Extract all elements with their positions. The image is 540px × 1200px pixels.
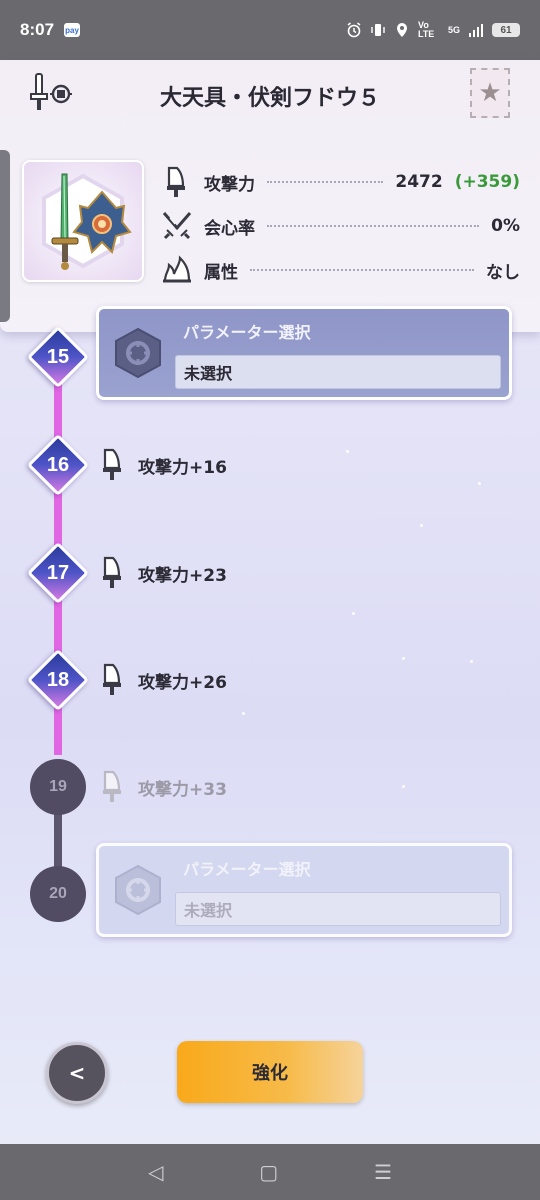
stat-value: 0% (491, 216, 520, 236)
level-reward-19: 攻撃力+33 (100, 767, 227, 807)
sparkle (470, 660, 473, 663)
reward-label: 攻撃力+23 (138, 565, 227, 586)
level-node-15: 15 (26, 325, 90, 389)
level-node-18: 18 (26, 648, 90, 712)
sword-blade-icon (103, 663, 121, 695)
hex-gear-icon (113, 327, 163, 379)
chevron-left-icon: < (68, 1061, 86, 1085)
weapon-thumbnail (22, 160, 144, 282)
status-bar: 8:07 pay Vo LTE 5G 61 (0, 0, 540, 60)
param-card-title: パラメーター選択 (183, 860, 311, 879)
location-icon (394, 22, 410, 38)
system-nav-bar: ◁ ▢ ☰ (0, 1144, 540, 1200)
stat-leader (250, 269, 474, 271)
network-label: Vo LTE (417, 20, 435, 39)
level-reward-16: 攻撃力+16 (100, 445, 227, 485)
level-node-16: 16 (26, 433, 90, 497)
sparkle (346, 450, 349, 453)
stat-label: 属性 (204, 262, 238, 283)
sword-blade-icon (160, 165, 194, 199)
sparkle (478, 482, 481, 485)
sparkle (402, 657, 405, 660)
stat-bonus: (+359) (454, 172, 520, 192)
signal-bars-icon (468, 22, 484, 38)
param-select-field[interactable]: 未選択 (175, 355, 501, 389)
stat-leader (267, 225, 480, 227)
param-select-card-20: パラメーター選択 未選択 (96, 843, 512, 937)
stat-row-element: 属性 なし (160, 248, 520, 292)
weapon-header: 大天具・伏剣フドウ５ ★ 攻撃力 2472 (+359) 会心率 0% 属性 な… (0, 60, 540, 332)
element-flame-icon (160, 253, 194, 287)
stat-value: なし (486, 262, 520, 283)
vibrate-icon (370, 22, 386, 38)
stat-leader (267, 181, 384, 183)
stat-value: 2472 (395, 172, 443, 192)
enhance-button[interactable]: 強化 (177, 1041, 363, 1103)
hex-gear-icon (113, 864, 163, 916)
reward-label: 攻撃力+16 (138, 457, 227, 478)
stat-row-crit: 会心率 0% (160, 204, 520, 248)
weapon-image (42, 173, 132, 270)
star-icon: ★ (478, 78, 502, 108)
level-node-17: 17 (26, 541, 90, 605)
reward-label: 攻撃力+33 (138, 779, 227, 800)
sparkle (352, 612, 355, 615)
sword-blade-icon (103, 448, 121, 480)
alarm-icon (346, 22, 362, 38)
status-icons: Vo LTE 5G 61 (346, 21, 520, 39)
weapon-title: 大天具・伏剣フドウ５ (159, 86, 380, 111)
level-reward-18: 攻撃力+26 (100, 660, 227, 700)
level-reward-17: 攻撃力+23 (100, 553, 227, 593)
level-node-19: 19 (30, 759, 86, 815)
stat-row-attack: 攻撃力 2472 (+359) (160, 160, 520, 204)
sword-blade-icon (103, 556, 121, 588)
nav-back-icon[interactable]: ◁ (148, 1160, 163, 1184)
sword-blade-icon (103, 770, 121, 802)
stat-label: 会心率 (204, 218, 255, 239)
param-select-card-15[interactable]: パラメーター選択 未選択 (96, 306, 512, 400)
reward-label: 攻撃力+26 (138, 672, 227, 693)
back-button[interactable]: < (46, 1042, 108, 1104)
signal-label: 5G (447, 25, 460, 35)
sparkle (242, 712, 245, 715)
stat-label: 攻撃力 (204, 174, 255, 195)
nav-home-icon[interactable]: ▢ (259, 1160, 278, 1184)
param-select-field: 未選択 (175, 892, 501, 926)
param-card-title: パラメーター選択 (183, 323, 311, 342)
side-drawer-handle[interactable] (0, 150, 10, 322)
crossed-swords-icon (160, 209, 194, 243)
nav-menu-icon[interactable]: ☰ (374, 1160, 392, 1184)
favorite-button[interactable]: ★ (470, 68, 510, 118)
sparkle (402, 785, 405, 788)
battery-icon: 61 (492, 23, 520, 37)
status-time: 8:07 (20, 20, 55, 39)
app-notification-icon: pay (64, 23, 81, 37)
level-node-20: 20 (30, 866, 86, 922)
sparkle (420, 524, 423, 527)
weapon-stats: 攻撃力 2472 (+359) 会心率 0% 属性 なし (160, 160, 520, 292)
